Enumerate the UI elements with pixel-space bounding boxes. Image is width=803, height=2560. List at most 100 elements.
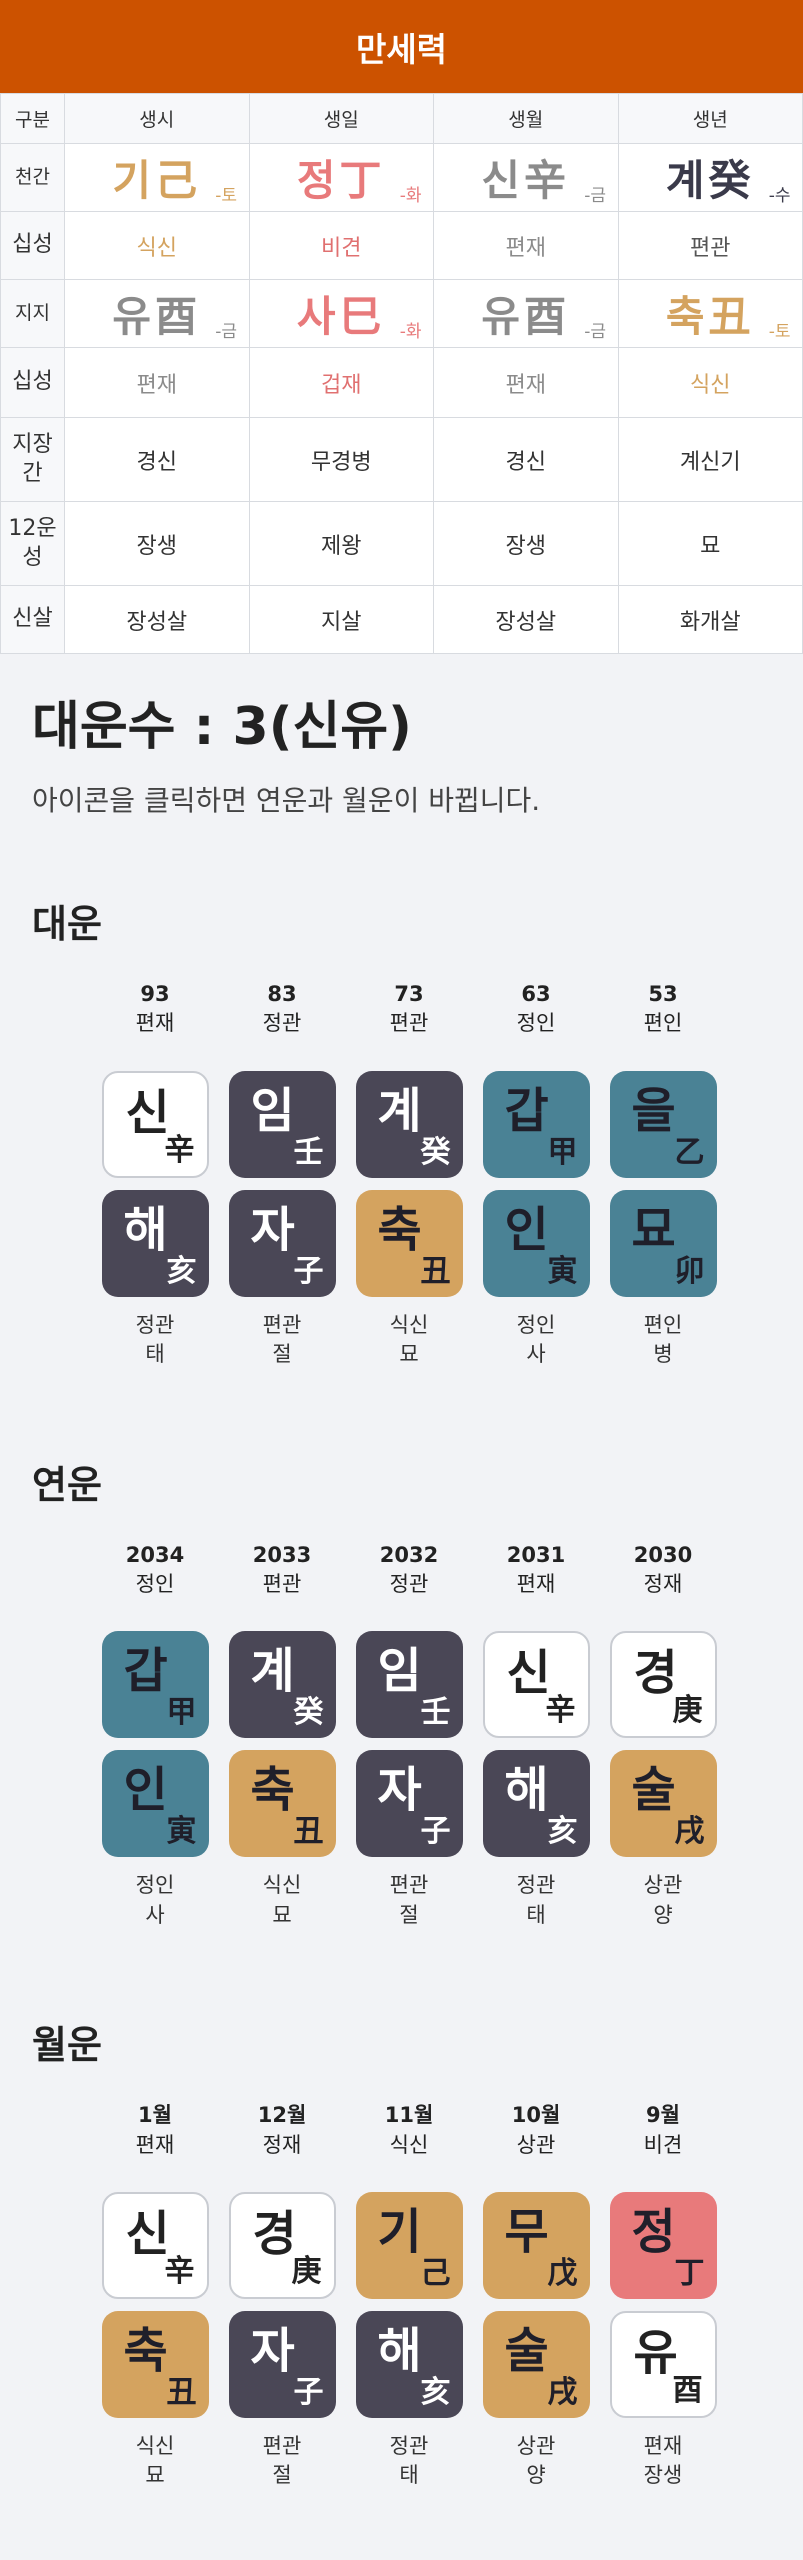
tile-hangul: 자 — [250, 1201, 295, 1258]
pillar-tile[interactable]: 임壬 — [355, 1631, 463, 1739]
tile-hanja: 亥 — [166, 1253, 197, 1289]
header-cell-gubun: 구분 — [0, 93, 65, 144]
pillar-column[interactable]: 11월 식신 기 己 해 亥 정관 태 — [354, 2101, 464, 2491]
element-suffix: -화 — [399, 186, 422, 206]
tile-hanja: 甲 — [166, 1695, 197, 1731]
pillar-tile[interactable]: 묘卯 — [609, 1189, 717, 1297]
pillar-tile[interactable]: 인寅 — [482, 1189, 590, 1297]
pillar-tile[interactable]: 술戌 — [482, 2310, 590, 2418]
pillar-column[interactable]: 2031 편재 신 辛 해 亥 정관 태 — [481, 1541, 591, 1931]
tile-hanja: 戌 — [674, 1814, 705, 1850]
sipseong-cell: 비견 — [248, 211, 434, 280]
element-suffix: -금 — [584, 322, 607, 342]
pillar-bottom-unseong: 절 — [272, 2463, 292, 2488]
unseong-cell: 장생 — [64, 501, 250, 586]
jiji-cell: 유酉 -금 — [64, 279, 250, 348]
pillar-column[interactable]: 2033 편관 계 癸 축 丑 식신 묘 — [227, 1541, 337, 1931]
pillar-tile[interactable]: 경庚 — [228, 2191, 336, 2299]
tile-hangul: 해 — [504, 1762, 549, 1819]
tile-hanja: 己 — [420, 2255, 451, 2291]
pillar-column[interactable]: 2030 정재 경 庚 술 戌 상관 양 — [608, 1541, 718, 1931]
tile-hanja: 亥 — [547, 1814, 578, 1850]
pillar-tile[interactable]: 갑甲 — [101, 1631, 209, 1739]
ganji-text: 정丁 -화 — [296, 147, 422, 208]
pillar-bottom-unseong: 태 — [145, 1342, 165, 1367]
pillar-tile[interactable]: 을乙 — [609, 1070, 717, 1178]
tile-hangul: 유 — [633, 2324, 678, 2381]
pillar-tile[interactable]: 자子 — [228, 1189, 336, 1297]
ganji-chars: 정丁 — [296, 156, 386, 205]
pillar-column[interactable]: 83 정관 임 壬 자 子 편관 절 — [227, 980, 337, 1370]
daeun-section: 대운 93 편재 신 辛 해 亥 정관 태 83 정관 임 壬 자 子 편관 절 73 편관 계 癸 축 丑 식신 묘 63 정인… — [0, 893, 803, 1370]
element-suffix: -금 — [215, 322, 238, 342]
pillar-tile[interactable]: 신辛 — [482, 1631, 590, 1739]
pillar-tile[interactable]: 계癸 — [355, 1070, 463, 1178]
pillar-tile[interactable]: 자子 — [228, 2310, 336, 2418]
pillar-tile[interactable]: 해亥 — [355, 2310, 463, 2418]
pillar-tile[interactable]: 축丑 — [101, 2310, 209, 2418]
pillar-bottom-sipseong: 정관 — [135, 1312, 175, 1337]
pillar-tile[interactable]: 축丑 — [228, 1750, 336, 1858]
pillar-tile[interactable]: 신辛 — [101, 2191, 209, 2299]
row-12unseong: 12운성 장생 제왕 장생 묘 — [0, 501, 803, 586]
element-suffix: -화 — [399, 322, 422, 342]
pillar-column[interactable]: 2032 정관 임 壬 자 子 편관 절 — [354, 1541, 464, 1931]
jiji-cell: 유酉 -금 — [433, 279, 619, 348]
pillar-tile[interactable]: 해亥 — [101, 1189, 209, 1297]
row-label: 12운성 — [0, 501, 65, 586]
row-sipseong-top: 십성 식신 비견 편재 편관 — [0, 211, 803, 280]
pillar-top-sipseong: 편재 — [516, 1571, 556, 1596]
pillar-tile[interactable]: 갑甲 — [482, 1070, 590, 1178]
pillar-bottom-unseong: 사 — [526, 1342, 546, 1367]
pillar-top-label: 63 — [521, 982, 551, 1006]
tile-hanja: 子 — [293, 1253, 324, 1289]
pillar-tile[interactable]: 기己 — [355, 2191, 463, 2299]
pillar-top-sipseong: 비견 — [643, 2132, 683, 2157]
tile-hanja: 壬 — [293, 1134, 324, 1170]
pillar-column[interactable]: 9월 비견 정 丁 유 酉 편재 장생 — [608, 2101, 718, 2491]
pillar-top-label: 10월 — [511, 2103, 561, 2128]
pillar-bottom-sipseong: 정인 — [135, 1873, 175, 1898]
pillar-tile[interactable]: 계癸 — [228, 1631, 336, 1739]
pillar-column[interactable]: 1월 편재 신 辛 축 丑 식신 묘 — [100, 2101, 210, 2491]
pillar-top-sipseong: 정관 — [262, 1011, 302, 1036]
pillar-column[interactable]: 12월 정재 경 庚 자 子 편관 절 — [227, 2101, 337, 2491]
unseong-cell: 묘 — [617, 501, 803, 586]
pillar-tile[interactable]: 무戊 — [482, 2191, 590, 2299]
pillar-column[interactable]: 93 편재 신 辛 해 亥 정관 태 — [100, 980, 210, 1370]
tile-hanja: 癸 — [293, 1695, 324, 1731]
tile-hangul: 자 — [250, 2322, 295, 2379]
sipseong-cell: 편재 — [433, 347, 619, 418]
pillar-tile[interactable]: 인寅 — [101, 1750, 209, 1858]
pillar-bottom-unseong: 장생 — [643, 2463, 683, 2488]
sipseong-cell: 편재 — [433, 211, 619, 280]
pillar-bottom-sipseong: 식신 — [389, 1312, 429, 1337]
tile-hanja: 丑 — [166, 2374, 197, 2410]
pillar-column[interactable]: 53 편인 을 乙 묘 卯 편인 병 — [608, 980, 718, 1370]
cheongan-cell: 계癸 -수 — [617, 143, 803, 212]
pillar-top-label: 2034 — [125, 1542, 185, 1567]
pillar-column[interactable]: 73 편관 계 癸 축 丑 식신 묘 — [354, 980, 464, 1370]
pillar-column[interactable]: 63 정인 갑 甲 인 寅 정인 사 — [481, 980, 591, 1370]
pillar-tile[interactable]: 경庚 — [609, 1631, 717, 1739]
pillar-bottom-sipseong: 식신 — [135, 2433, 175, 2458]
pillar-tile[interactable]: 술戌 — [609, 1750, 717, 1858]
jiji-cell: 사巳 -화 — [248, 279, 434, 348]
unseong-cell: 장생 — [433, 501, 619, 586]
sipseong-cell: 편재 — [64, 347, 250, 418]
header-cell-day: 생일 — [248, 93, 434, 144]
jijanggan-cell: 경신 — [64, 417, 250, 502]
pillar-column[interactable]: 10월 상관 무 戊 술 戌 상관 양 — [481, 2101, 591, 2491]
pillar-column[interactable]: 2034 정인 갑 甲 인 寅 정인 사 — [100, 1541, 210, 1931]
pillar-tile[interactable]: 축丑 — [355, 1189, 463, 1297]
sipseong-cell: 식신 — [64, 211, 250, 280]
pillar-tile[interactable]: 정丁 — [609, 2191, 717, 2299]
pillar-tile[interactable]: 유酉 — [609, 2310, 717, 2418]
pillar-tile[interactable]: 신辛 — [101, 1070, 209, 1178]
pillar-tile[interactable]: 해亥 — [482, 1750, 590, 1858]
pillar-bottom-unseong: 사 — [145, 1902, 165, 1927]
pillar-tile[interactable]: 임壬 — [228, 1070, 336, 1178]
cheongan-cell: 정丁 -화 — [248, 143, 434, 212]
unseong-cell: 제왕 — [248, 501, 434, 586]
pillar-tile[interactable]: 자子 — [355, 1750, 463, 1858]
